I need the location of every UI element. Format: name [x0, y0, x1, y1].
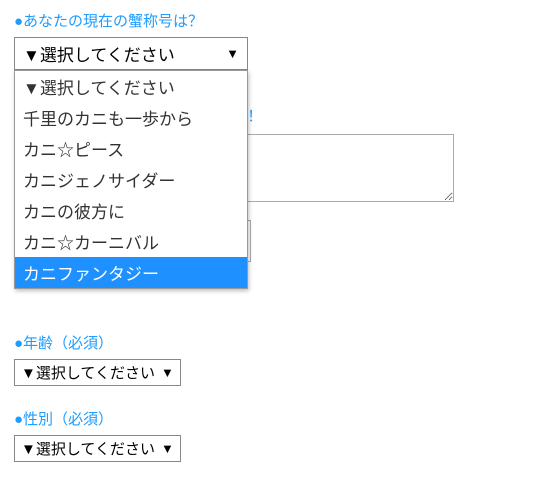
dropdown-option[interactable]: 千里のカニも一歩から: [15, 102, 247, 133]
dropdown-option[interactable]: カニ☆ピース: [15, 133, 247, 164]
question-label-age: ●年齢（必須）: [14, 332, 526, 353]
select-placeholder: ▼選択してください: [21, 362, 155, 383]
select-placeholder: ▼選択してください: [23, 41, 175, 66]
age-select[interactable]: ▼選択してください ▼: [14, 359, 181, 386]
dropdown-option[interactable]: カニの彼方に: [15, 195, 247, 226]
dropdown-option[interactable]: カニファンタジー: [15, 257, 247, 288]
crab-title-dropdown[interactable]: ▼選択してください千里のカニも一歩からカニ☆ピースカニジェノサイダーカニの彼方に…: [14, 70, 248, 289]
dropdown-option[interactable]: カニ☆カーニバル: [15, 226, 247, 257]
dropdown-option[interactable]: ▼選択してください: [15, 71, 247, 102]
crab-title-select[interactable]: ▼選択してください ▼: [14, 37, 248, 70]
gender-select[interactable]: ▼選択してください ▼: [14, 435, 181, 462]
chevron-down-icon: ▼: [226, 46, 239, 61]
chevron-down-icon: ▼: [161, 365, 174, 380]
chevron-down-icon: ▼: [161, 441, 174, 456]
dropdown-option[interactable]: カニジェノサイダー: [15, 164, 247, 195]
question-label-crab-title: ●あなたの現在の蟹称号は？: [14, 10, 526, 31]
select-placeholder: ▼選択してください: [21, 438, 155, 459]
question-label-gender: ●性別（必須）: [14, 408, 526, 429]
